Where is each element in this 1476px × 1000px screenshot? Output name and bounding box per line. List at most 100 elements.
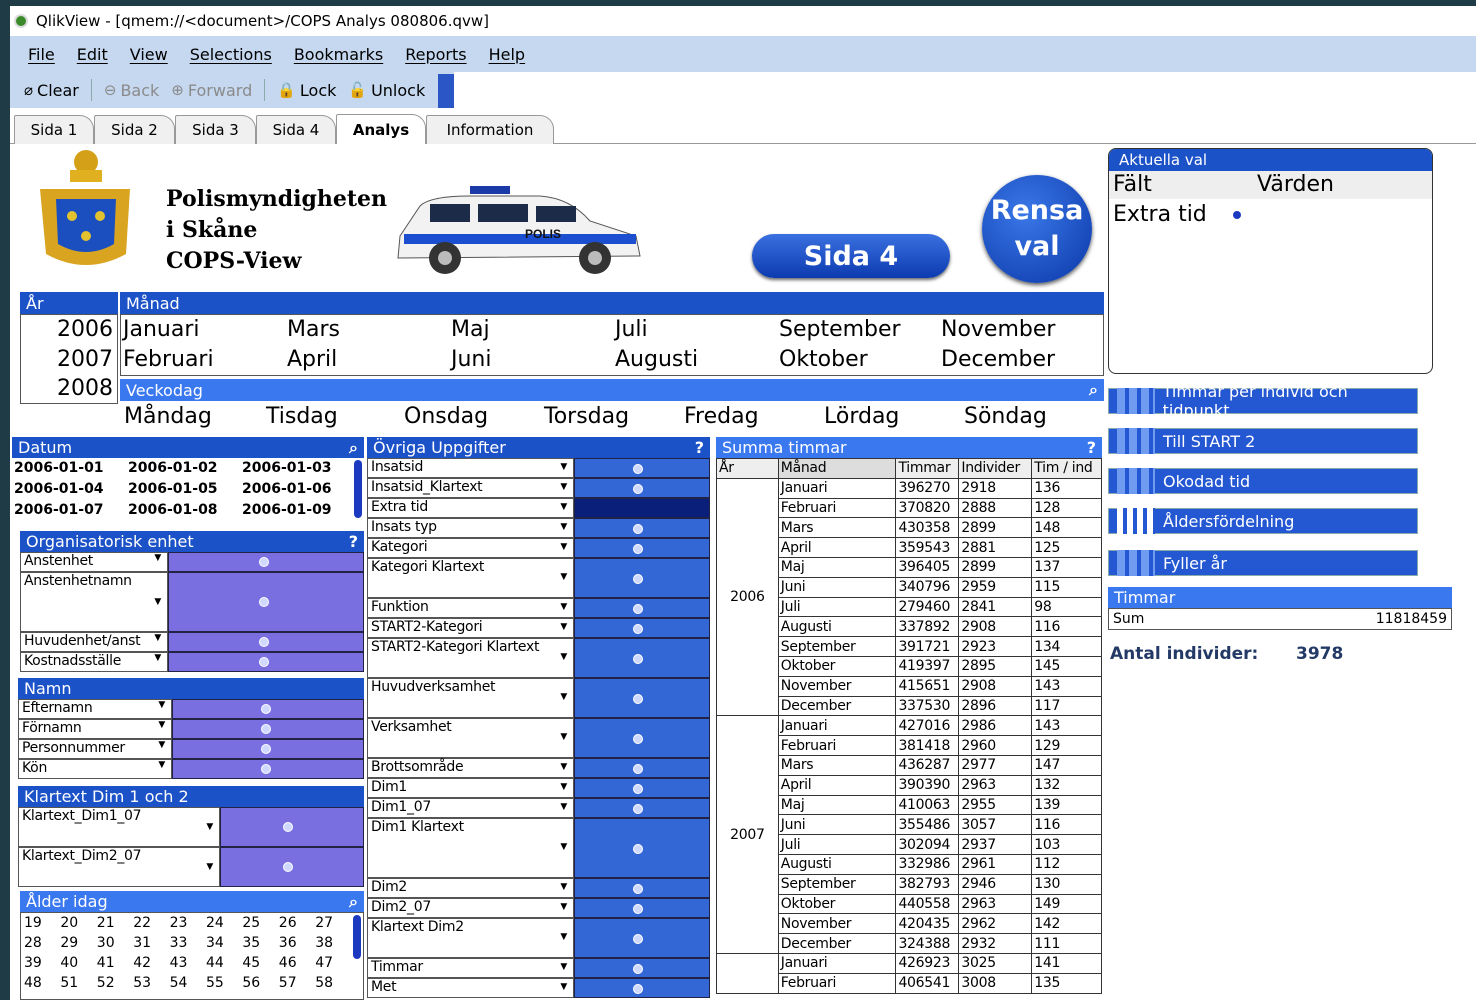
- month-item[interactable]: Mars: [287, 315, 340, 345]
- table-cell[interactable]: 436287: [895, 754, 960, 776]
- field-value-cell[interactable]: [574, 638, 710, 678]
- dropdown-arrow-icon[interactable]: ▼: [560, 482, 567, 492]
- field-ovriga[interactable]: START2-Kategori Klartext ▼: [367, 638, 574, 678]
- month-item[interactable]: Januari: [123, 315, 200, 345]
- field-value-cell[interactable]: [574, 758, 710, 778]
- dropdown-arrow-icon[interactable]: ▼: [206, 822, 213, 832]
- field-huvudenhet[interactable]: Huvudenhet/anst ▼: [20, 632, 168, 652]
- table-cell[interactable]: 148: [1031, 517, 1102, 539]
- age-item[interactable]: 27: [315, 913, 333, 933]
- table-cell[interactable]: 137: [1031, 556, 1102, 578]
- tab-sida-3[interactable]: Sida 3: [175, 115, 256, 144]
- date-item[interactable]: 2006-01-09: [242, 500, 332, 521]
- table-cell[interactable]: 2963: [958, 893, 1033, 915]
- table-cell[interactable]: Oktober: [777, 655, 897, 677]
- month-item[interactable]: November: [941, 315, 1055, 345]
- table-cell[interactable]: 2899: [958, 517, 1033, 539]
- age-item[interactable]: 33: [170, 933, 188, 953]
- age-item[interactable]: 44: [206, 953, 224, 973]
- field-ovriga[interactable]: Klartext Dim2 ▼: [367, 918, 574, 958]
- table-cell[interactable]: Januari: [777, 715, 897, 737]
- weekday-item[interactable]: Måndag: [124, 401, 212, 433]
- dropdown-arrow-icon[interactable]: ▼: [154, 653, 161, 663]
- year-item[interactable]: 2008: [21, 375, 117, 403]
- table-cell[interactable]: 141: [1031, 952, 1102, 974]
- age-item[interactable]: 48: [24, 973, 42, 993]
- dropdown-arrow-icon[interactable]: ▼: [154, 633, 161, 643]
- age-item[interactable]: 31: [133, 933, 151, 953]
- field-anstenhet[interactable]: Anstenhet ▼: [20, 552, 168, 572]
- table-cell[interactable]: 2896: [958, 695, 1033, 717]
- table-cell[interactable]: September: [777, 636, 897, 657]
- timmar-per-individ-button[interactable]: Timmar per individ och tidpunkt: [1108, 382, 1418, 420]
- field-value-cell[interactable]: [574, 678, 710, 718]
- table-cell[interactable]: 370820: [895, 497, 960, 519]
- age-item[interactable]: 28: [24, 933, 42, 953]
- menu-file[interactable]: File: [28, 45, 55, 64]
- age-item[interactable]: 20: [60, 913, 78, 933]
- field-ovriga[interactable]: Timmar ▼: [367, 958, 574, 978]
- table-cell[interactable]: 149: [1031, 893, 1102, 915]
- table-cell[interactable]: 135: [1031, 972, 1102, 994]
- field-ovriga[interactable]: Funktion ▼: [367, 598, 574, 618]
- age-item[interactable]: 36: [279, 933, 297, 953]
- date-item[interactable]: 2006-01-03: [242, 458, 332, 479]
- field-ovriga[interactable]: Dim1 ▼: [367, 778, 574, 798]
- table-cell[interactable]: Februari: [777, 497, 897, 519]
- search-icon[interactable]: ⌕: [1089, 380, 1098, 400]
- table-cell[interactable]: 3057: [958, 814, 1033, 836]
- rensa-val-button[interactable]: Rensa val: [982, 175, 1092, 283]
- dropdown-arrow-icon[interactable]: ▼: [158, 720, 165, 730]
- table-cell[interactable]: 125: [1031, 537, 1102, 558]
- table-cell[interactable]: 143: [1031, 675, 1102, 697]
- field-ovriga[interactable]: Huvudverksamhet ▼: [367, 678, 574, 718]
- age-scrollbar[interactable]: [353, 915, 361, 959]
- table-cell[interactable]: Juli: [777, 596, 897, 618]
- table-cell[interactable]: 128: [1031, 497, 1102, 519]
- table-cell[interactable]: 2895: [958, 655, 1033, 677]
- field-value-cell[interactable]: [574, 818, 710, 878]
- weekday-item[interactable]: Lördag: [824, 401, 899, 433]
- table-cell[interactable]: 2961: [958, 853, 1033, 875]
- table-cell[interactable]: 115: [1031, 576, 1102, 598]
- field-value-cell[interactable]: [168, 632, 364, 652]
- okodad-tid-button[interactable]: Okodad tid: [1108, 468, 1418, 494]
- help-icon[interactable]: ?: [1087, 438, 1096, 457]
- month-item[interactable]: Maj: [451, 315, 490, 345]
- month-item[interactable]: Juni: [451, 345, 492, 375]
- table-cell[interactable]: 426923: [895, 952, 960, 974]
- table-cell[interactable]: 302094: [895, 834, 960, 855]
- table-cell[interactable]: 142: [1031, 913, 1102, 935]
- table-cell[interactable]: Juli: [777, 834, 897, 855]
- tab-analys[interactable]: Analys: [336, 114, 426, 144]
- dropdown-arrow-icon[interactable]: ▼: [560, 542, 567, 552]
- tab-sida-1[interactable]: Sida 1: [14, 115, 94, 144]
- tab-sida-4[interactable]: Sida 4: [256, 115, 336, 144]
- table-cell[interactable]: April: [777, 774, 897, 796]
- age-item[interactable]: 45: [242, 953, 260, 973]
- table-cell[interactable]: 391721: [895, 636, 960, 657]
- table-cell[interactable]: 134: [1031, 636, 1102, 657]
- date-item[interactable]: 2006-01-05: [128, 479, 218, 500]
- month-item[interactable]: Juli: [615, 315, 648, 345]
- menu-reports[interactable]: Reports: [405, 45, 466, 64]
- table-cell[interactable]: 2841: [958, 596, 1033, 618]
- table-cell[interactable]: 2963: [958, 774, 1033, 796]
- table-cell[interactable]: April: [777, 537, 897, 558]
- field-value-cell[interactable]: [168, 652, 364, 672]
- table-cell[interactable]: 3025: [958, 952, 1033, 974]
- dropdown-arrow-icon[interactable]: ▼: [154, 597, 161, 607]
- table-cell[interactable]: 396270: [895, 477, 960, 499]
- table-cell[interactable]: 2923: [958, 636, 1033, 657]
- age-item[interactable]: 30: [97, 933, 115, 953]
- field-ovriga[interactable]: Dim2 ▼: [367, 878, 574, 898]
- dropdown-arrow-icon[interactable]: ▼: [560, 882, 567, 892]
- age-item[interactable]: 52: [97, 973, 115, 993]
- table-cell[interactable]: 103: [1031, 834, 1102, 855]
- table-cell[interactable]: 419397: [895, 655, 960, 677]
- table-cell[interactable]: 332986: [895, 853, 960, 875]
- age-item[interactable]: 39: [24, 953, 42, 973]
- field-ovriga[interactable]: Kategori ▼: [367, 538, 574, 558]
- age-item[interactable]: 29: [60, 933, 78, 953]
- field-value-cell[interactable]: [172, 699, 364, 719]
